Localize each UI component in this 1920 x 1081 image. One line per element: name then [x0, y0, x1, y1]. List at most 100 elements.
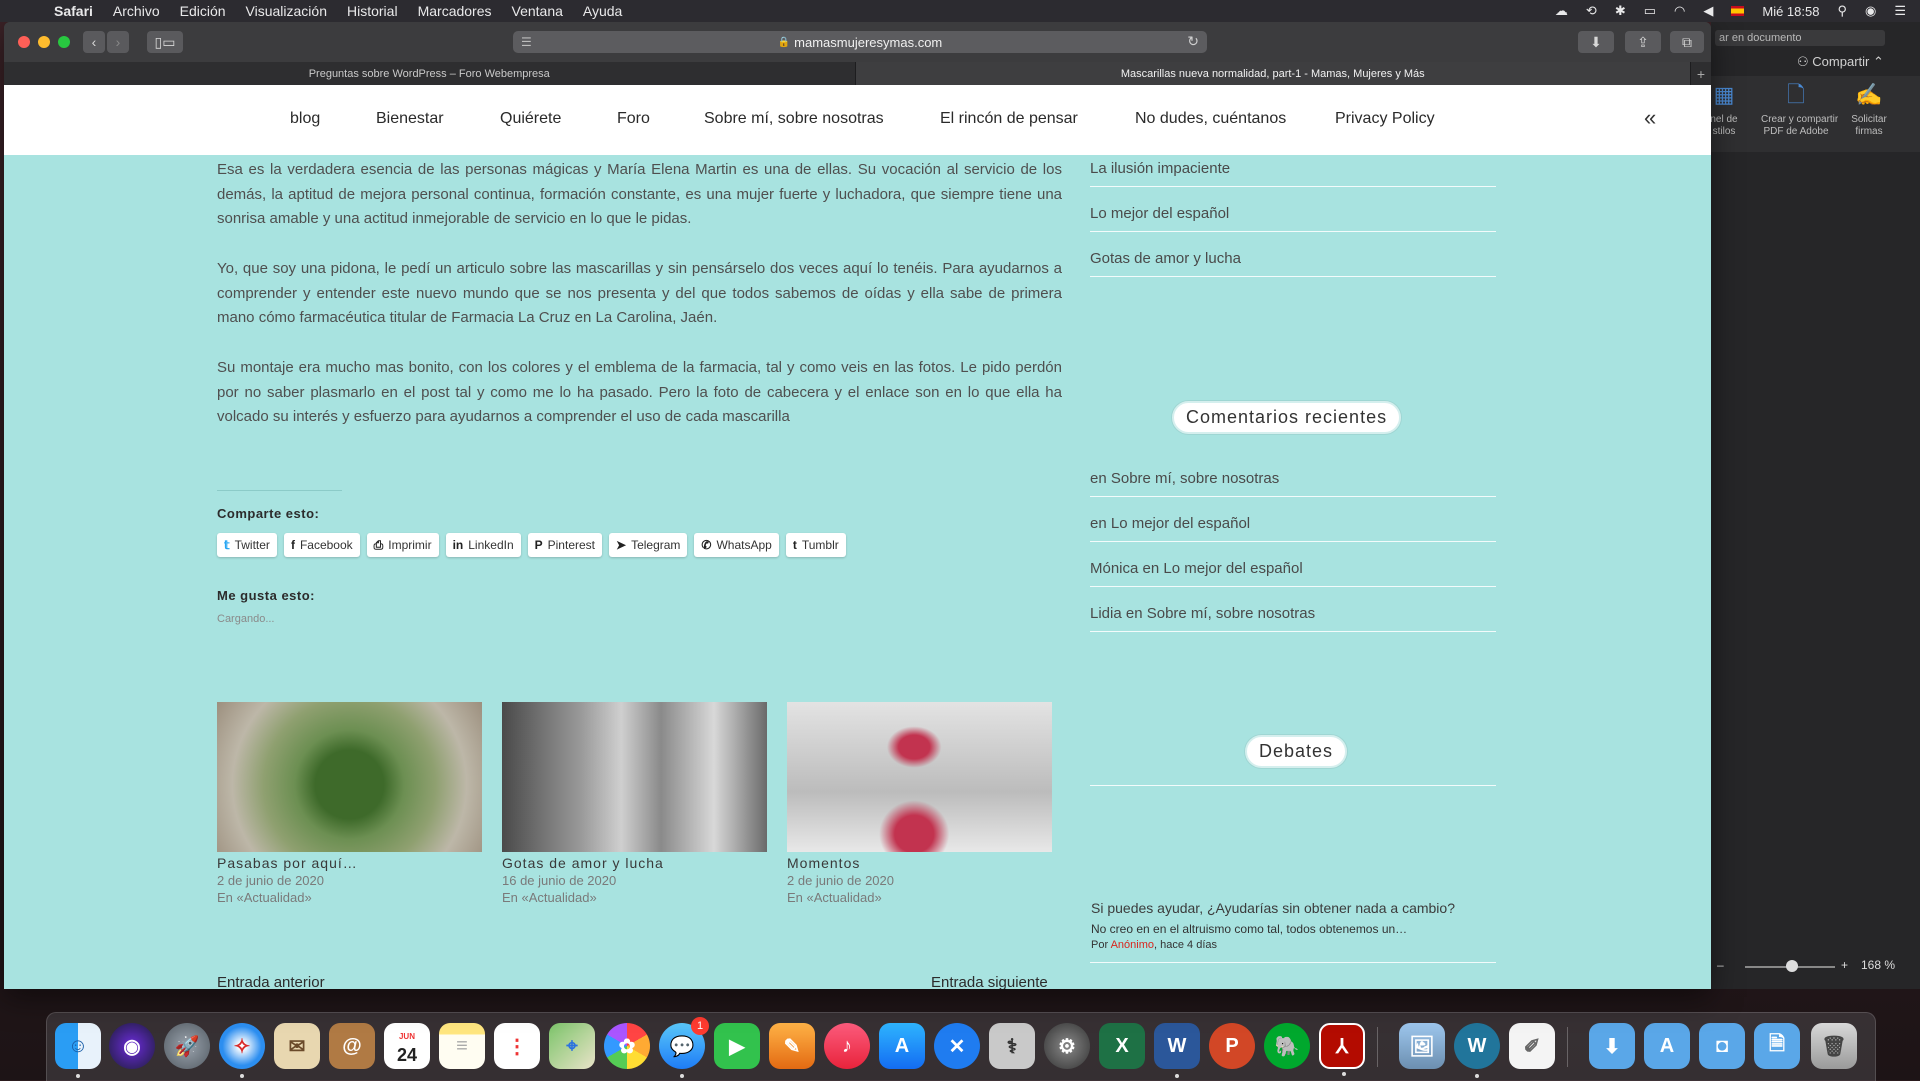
dock-acrobat-icon[interactable]: ⅄ — [1319, 1023, 1365, 1076]
dock-system-preferences-icon[interactable]: ⚙ — [1044, 1023, 1090, 1069]
related-post[interactable]: Pasabas por aquí… 2 de junio de 2020 En … — [217, 702, 482, 905]
downloads-icon[interactable]: ⬇ — [1578, 31, 1614, 53]
menu-ayuda[interactable]: Ayuda — [583, 3, 622, 19]
acrobat-share-button[interactable]: ⚇ Compartir ⌃ — [1797, 54, 1884, 70]
dock-documents-folder-icon[interactable]: 🗎 — [1754, 1023, 1800, 1069]
nav-bienestar[interactable]: Bienestar — [376, 110, 444, 128]
recent-post-link[interactable]: Gotas de amor y lucha — [1090, 250, 1496, 267]
dock-notes-icon[interactable]: ≡ — [439, 1023, 485, 1069]
acrobat-search-field[interactable]: ar en documento — [1715, 30, 1885, 46]
wifi-icon[interactable]: ◠ — [1674, 3, 1685, 19]
acrobat-tool-create-pdf[interactable]: 🗋 Crear y compartir PDF de Adobe — [1761, 76, 1838, 138]
nav-blog[interactable]: blog — [290, 110, 320, 128]
nav-privacy-policy[interactable]: Privacy Policy — [1335, 110, 1435, 128]
related-post-image[interactable] — [787, 702, 1052, 852]
share-linkedin-button[interactable]: in LinkedIn — [445, 533, 521, 557]
dock-safari-icon[interactable]: ✧ — [219, 1023, 265, 1078]
related-post-title[interactable]: Momentos — [787, 855, 1052, 871]
dock-photos-icon[interactable]: ✿ — [604, 1023, 650, 1069]
comment-post-link[interactable]: Lo mejor del español — [1111, 515, 1250, 532]
share-pinterest-button[interactable]: P Pinterest — [527, 533, 602, 557]
tabs-overview-icon[interactable]: ⧉ — [1670, 31, 1704, 53]
volume-icon[interactable]: ◀ — [1703, 3, 1713, 19]
tab-mascarillas[interactable]: Mascarillas nueva normalidad, part-1 - M… — [855, 62, 1692, 85]
dock-mail-icon[interactable]: ✉ — [274, 1023, 320, 1069]
dock-siri-icon[interactable]: ◉ — [109, 1023, 155, 1069]
battery-icon[interactable]: ▭ — [1644, 3, 1656, 19]
time-machine-icon[interactable]: ⟲ — [1586, 3, 1597, 19]
dock-facetime-icon[interactable]: ▶ — [714, 1023, 760, 1069]
dock-music-icon[interactable]: ♪ — [824, 1023, 870, 1069]
acrobat-tool-request-sign[interactable]: ✍ Solicitar firmas — [1838, 76, 1900, 138]
menu-marcadores[interactable]: Marcadores — [418, 3, 492, 19]
zoom-window-button[interactable] — [58, 36, 70, 48]
dock-finder-icon[interactable]: ☺ — [55, 1023, 101, 1078]
related-post[interactable]: Gotas de amor y lucha 16 de junio de 202… — [502, 702, 767, 905]
close-window-button[interactable] — [18, 36, 30, 48]
siri-icon[interactable]: ◉ — [1865, 3, 1876, 19]
dock-disk-utility-icon[interactable]: ⚕ — [989, 1023, 1035, 1069]
new-tab-button[interactable]: + — [1691, 62, 1711, 85]
nav-sobre-mi[interactable]: Sobre mí, sobre nosotras — [704, 110, 884, 128]
menu-visualizacion[interactable]: Visualización — [246, 3, 327, 19]
tab-foro-webempresa[interactable]: Preguntas sobre WordPress – Foro Webempr… — [4, 62, 856, 85]
share-telegram-button[interactable]: ➤ Telegram — [609, 533, 688, 557]
dock-launchpad-icon[interactable]: 🚀 — [164, 1023, 210, 1069]
dock-excel-icon[interactable]: X — [1099, 1023, 1145, 1069]
dock-xcode-icon[interactable]: ✕ — [934, 1023, 980, 1069]
share-tumblr-button[interactable]: t Tumblr — [785, 533, 846, 557]
share-icon[interactable]: ⇪ — [1625, 31, 1661, 53]
menu-historial[interactable]: Historial — [347, 3, 398, 19]
reload-icon[interactable]: ↻ — [1187, 33, 1199, 50]
share-twitter-button[interactable]: 𝕥 Twitter — [217, 533, 277, 557]
related-post-title[interactable]: Pasabas por aquí… — [217, 855, 482, 871]
back-button[interactable]: ‹ — [83, 31, 105, 53]
sidebar-toggle-icon[interactable]: ▯▭ — [147, 31, 183, 53]
dock-downloads-folder-icon[interactable]: ⬇ — [1589, 1023, 1635, 1069]
related-post-image[interactable] — [217, 702, 482, 852]
nav-rincon-pensar[interactable]: El rincón de pensar — [940, 110, 1078, 128]
nav-quierete[interactable]: Quiérete — [500, 110, 561, 128]
input-flag-icon[interactable] — [1731, 4, 1745, 19]
dock-screenshots-folder-icon[interactable]: ◘ — [1699, 1023, 1745, 1069]
menu-clock[interactable]: Mié 18:58 — [1762, 4, 1819, 19]
address-bar[interactable]: ☰ 🔒 mamasmujeresymas.com ↻ — [513, 31, 1207, 53]
minimize-window-button[interactable] — [38, 36, 50, 48]
comment-post-link[interactable]: Lo mejor del español — [1163, 560, 1302, 577]
related-post-image[interactable] — [502, 702, 767, 852]
dock-textedit-icon[interactable]: ✐ — [1509, 1023, 1555, 1069]
zoom-in-icon[interactable]: + — [1841, 958, 1848, 972]
zoom-slider-knob[interactable] — [1786, 960, 1798, 972]
nav-foro[interactable]: Foro — [617, 110, 650, 128]
dock-messages-icon[interactable]: 💬 1 — [659, 1017, 709, 1078]
dock-pages-icon[interactable]: ✎ — [769, 1023, 815, 1069]
menu-ventana[interactable]: Ventana — [512, 3, 563, 19]
previous-post-link[interactable]: Entrada anterior — [217, 974, 325, 989]
dock-calendar-icon[interactable]: JUN 24 — [384, 1023, 430, 1069]
sidebar-collapse-icon[interactable]: « — [1644, 105, 1656, 131]
bluetooth-icon[interactable]: ✱ — [1615, 3, 1626, 19]
recent-post-link[interactable]: La ilusión impaciente — [1090, 160, 1496, 177]
related-post[interactable]: Momentos 2 de junio de 2020 En «Actualid… — [787, 702, 1052, 905]
dock-powerpoint-icon[interactable]: P — [1209, 1023, 1255, 1069]
reader-icon[interactable]: ☰ — [521, 35, 532, 49]
debate-question-link[interactable]: Si puedes ayudar, ¿Ayudarías sin obtener… — [1091, 900, 1455, 916]
dock-evernote-icon[interactable]: 🐘 — [1264, 1023, 1310, 1069]
spotlight-icon[interactable]: ⚲ — [1837, 3, 1847, 19]
notification-center-icon[interactable]: ☰ — [1894, 3, 1906, 19]
dock-contacts-icon[interactable]: @ — [329, 1023, 375, 1069]
nav-no-dudes[interactable]: No dudes, cuéntanos — [1135, 110, 1286, 128]
dock-preview-icon[interactable]: 🖼 — [1399, 1023, 1445, 1069]
zoom-out-icon[interactable]: – — [1717, 958, 1724, 972]
related-post-title[interactable]: Gotas de amor y lucha — [502, 855, 767, 871]
forward-button[interactable]: › — [107, 31, 129, 53]
creative-cloud-icon[interactable]: ☁ — [1555, 3, 1568, 19]
share-whatsapp-button[interactable]: ✆ WhatsApp — [694, 533, 779, 557]
dock-trash-icon[interactable]: 🗑 — [1811, 1023, 1857, 1069]
comment-post-link[interactable]: Sobre mí, sobre nosotras — [1111, 470, 1279, 487]
menu-archivo[interactable]: Archivo — [113, 3, 160, 19]
dock-word-icon[interactable]: W — [1154, 1023, 1200, 1078]
menu-app-name[interactable]: Safari — [54, 3, 93, 19]
dock-applications-folder-icon[interactable]: A — [1644, 1023, 1690, 1069]
dock-maps-icon[interactable]: ⌖ — [549, 1023, 595, 1069]
